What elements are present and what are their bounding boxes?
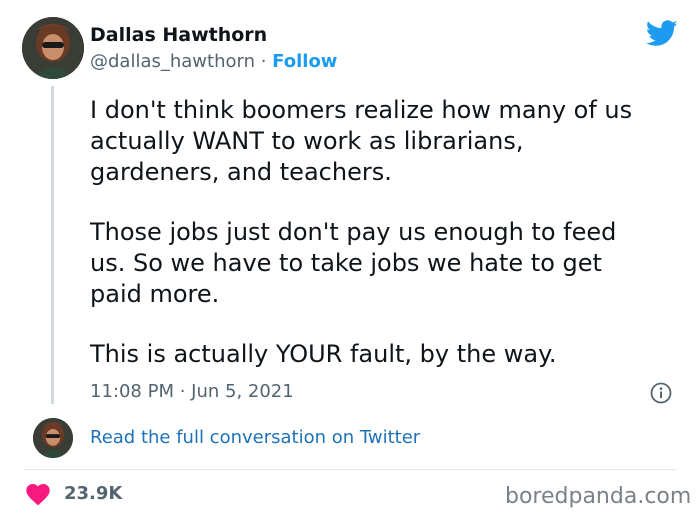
watermark: boredpanda.com [505, 484, 692, 509]
tweet-text-line: I don't think boomers realize how many o… [90, 96, 633, 124]
author-name[interactable]: Dallas Hawthorn [90, 23, 267, 47]
tweet-text-line: actually WANT to work as librarians, [90, 127, 524, 155]
heart-icon[interactable] [26, 484, 50, 510]
tweet-text-line: gardeners, and teachers. [90, 158, 392, 186]
divider [24, 469, 677, 470]
info-icon[interactable] [650, 382, 672, 408]
reply-avatar[interactable] [33, 418, 73, 458]
tweet-paragraph: Those jobs just don't pay us enough to f… [90, 217, 690, 310]
follow-button[interactable]: Follow [272, 51, 337, 72]
separator-dot: · [255, 51, 273, 72]
thread-line [51, 86, 54, 404]
handle-row: @dallas_hawthorn · Follow [90, 50, 337, 74]
tweet-text-line: This is actually YOUR fault, by the way. [90, 340, 557, 368]
like-count[interactable]: 23.9K [64, 482, 122, 506]
author-handle[interactable]: @dallas_hawthorn [90, 51, 255, 72]
tweet-paragraph: I don't think boomers realize how many o… [90, 95, 690, 188]
tweet-text-line: Those jobs just don't pay us enough to f… [90, 218, 617, 246]
read-conversation-link[interactable]: Read the full conversation on Twitter [90, 426, 420, 450]
tweet-timestamp[interactable]: 11:08 PM · Jun 5, 2021 [90, 380, 294, 404]
tweet-text-line: paid more. [90, 280, 220, 308]
tweet-paragraph: This is actually YOUR fault, by the way. [90, 339, 690, 370]
tweet-text-line: us. So we have to take jobs we hate to g… [90, 249, 602, 277]
author-avatar[interactable] [22, 17, 84, 79]
twitter-bird-icon[interactable] [645, 20, 678, 51]
